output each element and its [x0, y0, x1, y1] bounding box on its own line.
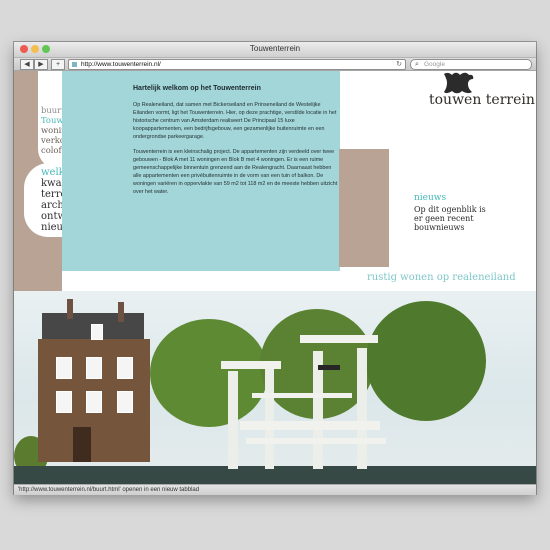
bridge-crossbeam	[221, 361, 281, 369]
page-title: Hartelijk welkom op het Touwenterrein	[133, 85, 261, 92]
brand-wordmark: touwen terrein	[429, 92, 535, 108]
window	[117, 357, 133, 379]
address-bar[interactable]: http://www.touwenterrein.nl/ ↻	[68, 59, 406, 70]
search-field[interactable]: ⌕ Google	[410, 59, 532, 70]
bridge-sign	[318, 365, 340, 370]
window	[86, 357, 102, 379]
right-brown-strip	[339, 149, 389, 267]
status-text: 'http://www.touwenterrein.nl/buurt.html'…	[18, 487, 200, 493]
back-button[interactable]: ◀	[20, 59, 34, 70]
canal-photo	[14, 291, 536, 484]
bridge-deck	[240, 421, 380, 430]
window	[91, 324, 103, 340]
forward-button[interactable]: ▶	[34, 59, 48, 70]
chimney	[118, 302, 124, 322]
window-title: Touwenterrein	[249, 44, 301, 53]
window	[117, 391, 133, 413]
photo-caption: rustig wonen op realeneiland	[367, 272, 516, 283]
bridge-crossbeam	[300, 335, 378, 343]
tree	[366, 301, 486, 421]
site-favicon-icon	[72, 62, 77, 67]
welcome-text: Hartelijk welkom op het Touwenterrein Op…	[133, 84, 338, 203]
news-heading: nieuws	[414, 193, 447, 203]
page-viewport: buurt Touwenterrein woningen verkoop col…	[14, 71, 536, 484]
title-bar: Touwenterrein	[14, 42, 536, 58]
bridge-rail	[246, 438, 386, 444]
door	[73, 427, 91, 462]
status-bar: 'http://www.touwenterrein.nl/buurt.html'…	[14, 484, 536, 495]
chimney	[67, 299, 73, 319]
project-paragraph: Touwenterrein is een kleinschalig projec…	[133, 149, 338, 195]
window	[86, 391, 102, 413]
bridge-post	[357, 348, 367, 469]
news-text: Op dit ogenblik is er geen recent bouwni…	[414, 205, 486, 232]
search-icon: ⌕	[415, 61, 419, 68]
browser-window: Touwenterrein ◀ ▶ + http://www.touwenter…	[14, 42, 536, 495]
reload-icon[interactable]: ↻	[396, 60, 402, 69]
window	[56, 357, 72, 379]
toolbar: ◀ ▶ + http://www.touwenterrein.nl/ ↻ ⌕ G…	[14, 58, 536, 71]
search-placeholder: Google	[424, 61, 445, 68]
canal-water	[14, 466, 536, 484]
add-tab-button[interactable]: +	[51, 59, 65, 70]
intro-paragraph: Op Realeneiland, dat samen met Bickersei…	[133, 102, 337, 140]
bridge-rail	[252, 393, 352, 398]
bridge-post	[265, 363, 274, 469]
url-text: http://www.touwenterrein.nl/	[81, 61, 161, 68]
tree	[150, 319, 268, 427]
bridge-post	[228, 371, 238, 469]
window	[56, 391, 72, 413]
